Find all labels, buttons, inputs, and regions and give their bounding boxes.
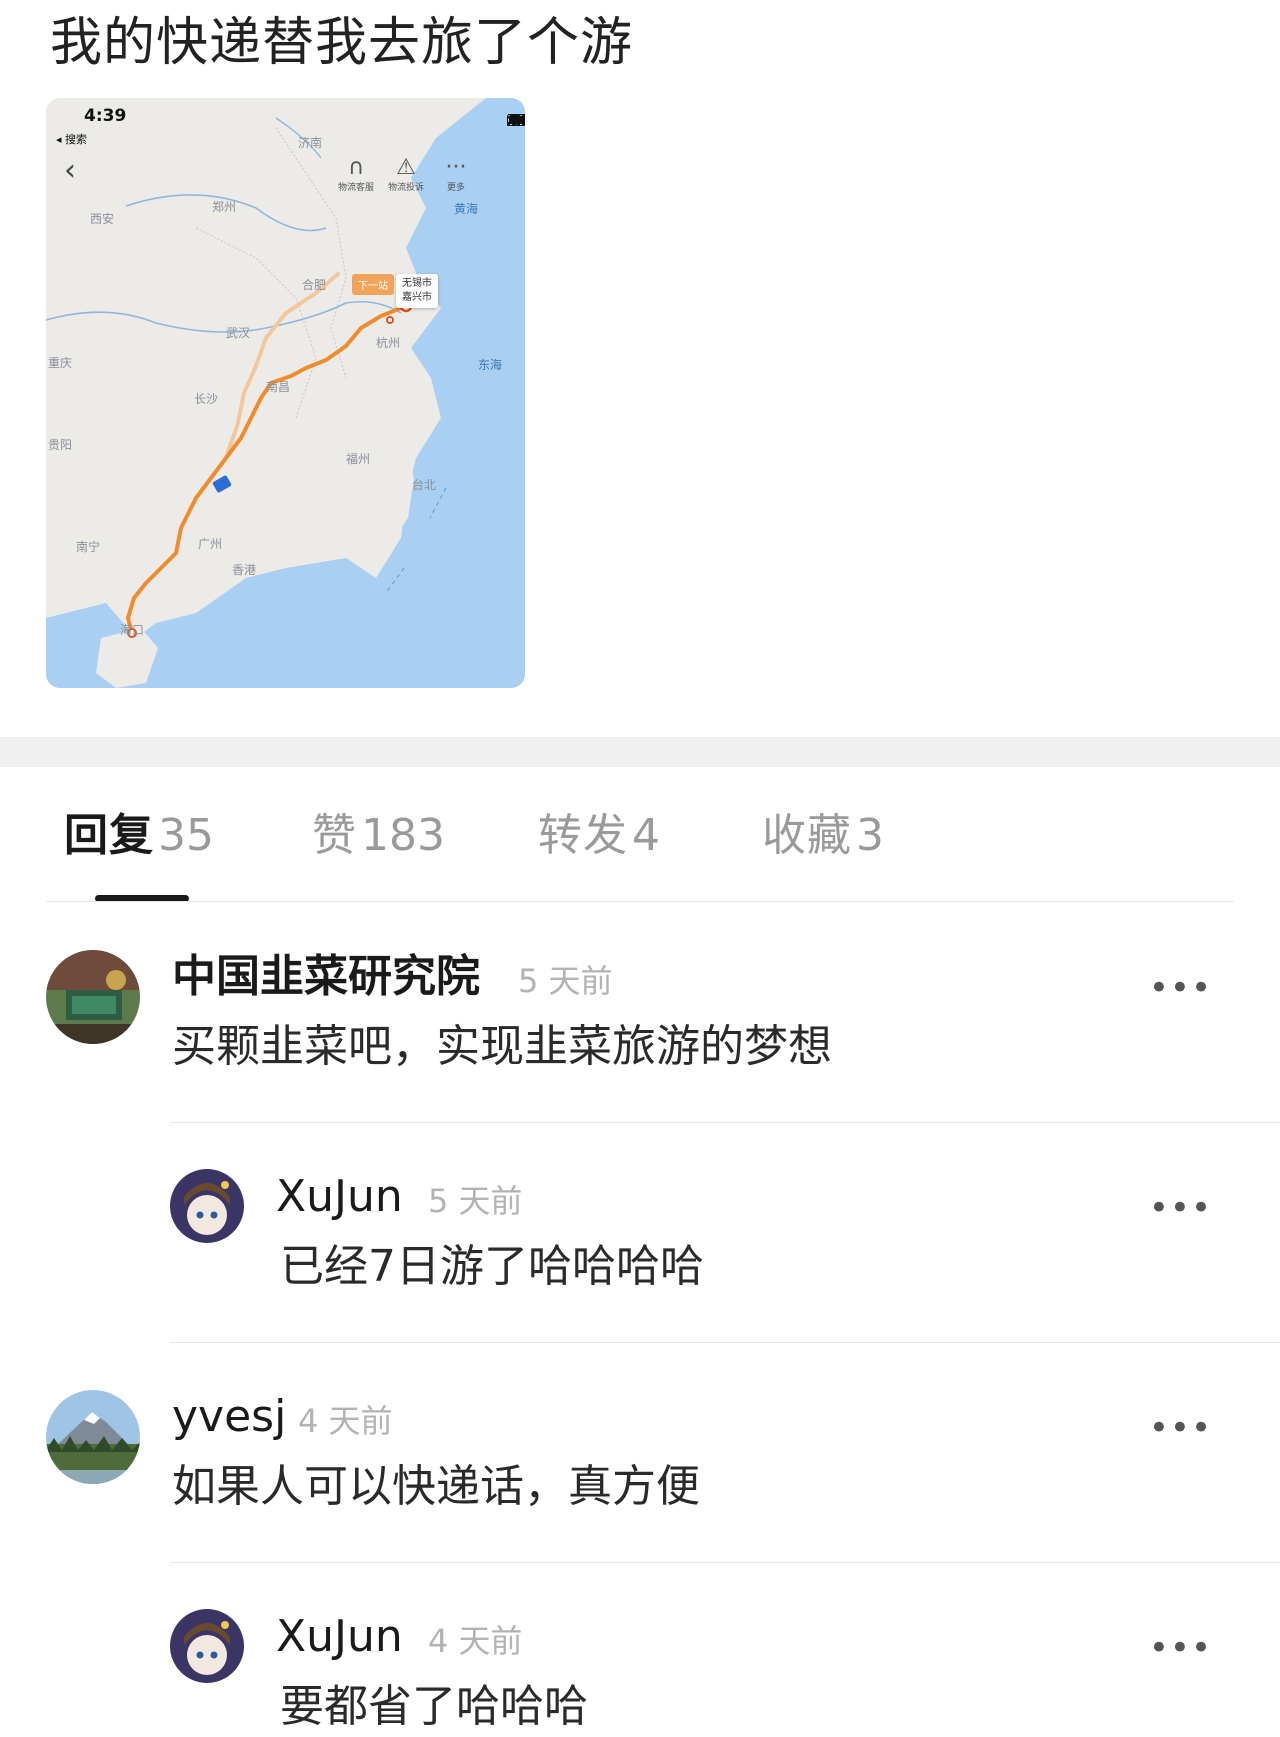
comment-divider <box>170 1122 1280 1123</box>
comment-text: 要都省了哈哈哈 <box>280 1681 588 1732</box>
city-label: 武汉 <box>226 326 251 340</box>
map-tool-service: ∩ 物流客服 <box>332 155 380 194</box>
city-label: 福州 <box>346 452 371 466</box>
callout-city-2: 嘉兴市 <box>402 292 432 303</box>
comment-divider <box>170 1562 1280 1563</box>
avatar-image <box>46 1390 140 1484</box>
tabs-divider <box>46 901 1234 902</box>
city-label: 西安 <box>90 212 115 226</box>
comment-time: 5 天前 <box>518 962 613 1000</box>
post-title: 我的快递替我去旅了个游 <box>50 13 634 73</box>
city-label: 广州 <box>198 537 223 551</box>
map-tool-complaint: ⚠ 物流投诉 <box>382 155 430 194</box>
city-label: 郑州 <box>212 200 237 214</box>
city-label: 贵阳 <box>48 438 73 452</box>
comment-text: 买颗韭菜吧，实现韭菜旅游的梦想 <box>172 1021 832 1072</box>
map-tool-label: 物流客服 <box>337 183 374 193</box>
city-label: 杭州 <box>376 336 401 350</box>
map-tool-label: 更多 <box>446 183 465 193</box>
city-label: 长沙 <box>194 392 219 406</box>
tab-label: 回复 <box>64 810 154 861</box>
tab-likes[interactable]: 赞183 <box>312 808 445 864</box>
comment-item: XuJun 5 天前 ••• 已经7日游了哈哈哈哈 <box>0 1165 1280 1345</box>
comment-item: yvesj 4 天前 ••• 如果人可以快递话，真方便 <box>0 1385 1280 1565</box>
tab-favorites[interactable]: 收藏3 <box>762 808 884 864</box>
more-options-icon[interactable]: ••• <box>1149 1631 1212 1665</box>
tab-count: 183 <box>361 810 445 861</box>
post-image-map-screenshot[interactable]: 4:39 ◂ 搜索 ‹ ∩ 物流客服 ⚠ 物流投诉 ··· 更多 济南 西安 郑… <box>46 98 525 688</box>
city-label: 南宁 <box>76 540 101 554</box>
sea-label: 黄海 <box>454 202 479 216</box>
avatar-image <box>170 1169 244 1243</box>
comment-author[interactable]: yvesj <box>172 1389 286 1445</box>
comment-item: 中国韭菜研究院 5 天前 ••• 买颗韭菜吧，实现韭菜旅游的梦想 <box>0 945 1280 1125</box>
status-back-link: ◂ 搜索 <box>56 133 88 146</box>
headset-icon: ∩ <box>347 155 365 180</box>
comment-time: 4 天前 <box>298 1402 393 1440</box>
tab-count: 3 <box>856 810 884 861</box>
avatar[interactable] <box>46 1390 140 1484</box>
comment-author[interactable]: XuJun <box>276 1609 403 1665</box>
avatar[interactable] <box>170 1609 244 1683</box>
interaction-tabs: 回复35 赞183 转发4 收藏3 <box>0 800 1280 870</box>
comment-time: 5 天前 <box>428 1182 523 1220</box>
city-label: 香港 <box>232 563 257 577</box>
more-options-icon[interactable]: ••• <box>1149 1191 1212 1225</box>
comment-time: 4 天前 <box>428 1622 523 1660</box>
comment-author[interactable]: XuJun <box>276 1169 403 1225</box>
tab-count: 4 <box>632 810 660 861</box>
map-back-icon: ‹ <box>64 153 76 188</box>
tab-label: 赞 <box>312 810 357 861</box>
sea-label: 东海 <box>478 358 503 372</box>
city-label: 台北 <box>412 478 437 492</box>
tab-replies[interactable]: 回复35 <box>64 808 214 864</box>
battery-icon <box>507 114 525 126</box>
comment-item: XuJun 4 天前 ••• 要都省了哈哈哈 <box>0 1605 1280 1732</box>
avatar-image <box>46 950 140 1044</box>
city-label: 南昌 <box>266 380 291 394</box>
city-callout: 无锡市 嘉兴市 <box>396 274 438 308</box>
tab-reposts[interactable]: 转发4 <box>538 808 660 864</box>
callout-city-1: 无锡市 <box>402 278 432 289</box>
city-label: 合肥 <box>302 278 327 292</box>
more-options-icon[interactable]: ••• <box>1149 1411 1212 1445</box>
comment-text: 已经7日游了哈哈哈哈 <box>280 1241 704 1292</box>
tab-label: 转发 <box>538 810 628 861</box>
avatar[interactable] <box>170 1169 244 1243</box>
map-tool-more: ··· 更多 <box>432 155 480 194</box>
comment-author[interactable]: 中国韭菜研究院 <box>172 949 480 1005</box>
more-options-icon[interactable]: ••• <box>1149 971 1212 1005</box>
city-label: 重庆 <box>48 356 73 370</box>
avatar[interactable] <box>46 950 140 1044</box>
map-tool-label: 物流投诉 <box>387 183 424 193</box>
city-label: 济南 <box>298 136 323 150</box>
next-stop-callout: 下一站 <box>352 274 394 295</box>
warning-icon: ⚠ <box>396 155 416 180</box>
comment-text: 如果人可以快递话，真方便 <box>172 1461 700 1512</box>
status-time: 4:39 <box>84 106 127 126</box>
tab-label: 收藏 <box>762 810 852 861</box>
tab-count: 35 <box>158 810 214 861</box>
section-separator <box>0 737 1280 767</box>
city-label: 海口 <box>120 623 145 637</box>
comment-divider <box>170 1342 1280 1343</box>
more-icon: ··· <box>445 155 467 180</box>
avatar-image <box>170 1609 244 1683</box>
